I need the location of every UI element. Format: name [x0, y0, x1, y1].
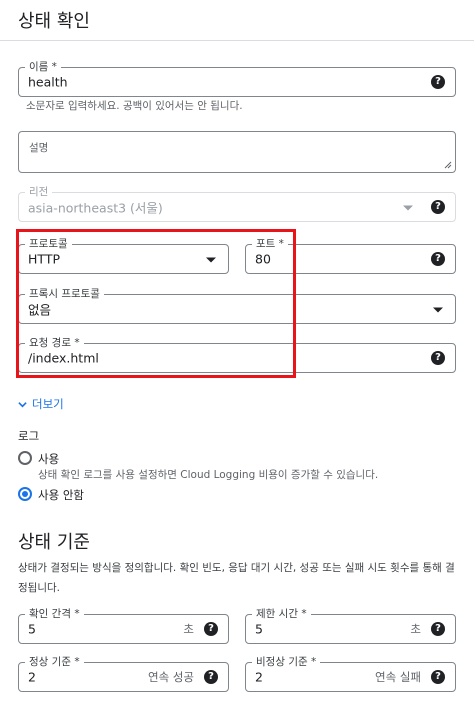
- chevron-down-icon: [18, 401, 27, 407]
- unhealthy-threshold-value: 2: [255, 669, 263, 685]
- logs-off-radio[interactable]: [18, 487, 32, 501]
- logs-on-radio[interactable]: [18, 451, 32, 465]
- chevron-down-icon: [403, 205, 413, 211]
- name-field-value: health: [28, 74, 68, 90]
- request-path-field-label: 요청 경로 *: [25, 336, 84, 350]
- port-field-label: 포트 *: [252, 237, 288, 251]
- health-criteria-title: 상태 기준: [18, 532, 90, 553]
- timeout-label: 제한 시간 *: [252, 607, 311, 621]
- help-icon[interactable]: ?: [431, 670, 445, 684]
- port-field-value: 80: [255, 251, 271, 267]
- name-field[interactable]: 이름 * health ?: [18, 60, 456, 97]
- healthy-threshold-unit: 연속 성공: [148, 670, 194, 684]
- help-icon[interactable]: ?: [204, 670, 218, 684]
- page-title: 상태 확인: [18, 11, 90, 32]
- help-icon[interactable]: ?: [431, 351, 445, 365]
- name-field-label: 이름 *: [25, 60, 61, 74]
- region-field-value: asia-northeast3 (서울): [28, 200, 163, 216]
- help-icon[interactable]: ?: [431, 622, 445, 636]
- check-interval-value: 5: [28, 621, 36, 637]
- timeout-field[interactable]: 제한 시간 * 5 초 ?: [245, 607, 456, 644]
- timeout-value: 5: [255, 621, 263, 637]
- healthy-threshold-label: 정상 기준 *: [25, 655, 84, 669]
- unhealthy-threshold-field[interactable]: 비정상 기준 * 2 연속 실패 ?: [245, 655, 456, 692]
- health-criteria-description: 상태가 결정되는 방식을 정의합니다. 확인 빈도, 응답 대기 시간, 성공 …: [18, 562, 455, 594]
- chevron-down-icon: [206, 257, 216, 263]
- help-icon[interactable]: ?: [431, 75, 445, 89]
- proxy-protocol-select-value: 없음: [28, 302, 52, 318]
- page-header: 상태 확인: [0, 0, 474, 41]
- help-icon[interactable]: ?: [204, 622, 218, 636]
- name-field-hint: 소문자로 입력하세요. 공백이 있어서는 안 됩니다.: [26, 100, 243, 112]
- logs-on-label[interactable]: 사용: [38, 451, 59, 467]
- resize-handle-icon[interactable]: [444, 161, 452, 169]
- healthy-threshold-field[interactable]: 정상 기준 * 2 연속 성공 ?: [18, 655, 229, 692]
- request-path-field[interactable]: 요청 경로 * /index.html ?: [18, 336, 456, 373]
- logs-section-title: 로그: [18, 429, 40, 443]
- request-path-field-value: /index.html: [28, 350, 99, 366]
- help-icon[interactable]: ?: [431, 200, 445, 214]
- logs-on-description: 상태 확인 로그를 사용 설정하면 Cloud Logging 비용이 증가할 …: [38, 469, 379, 481]
- show-more-label: 더보기: [32, 397, 64, 411]
- protocol-select-label: 프로토콜: [25, 237, 72, 251]
- timeout-unit: 초: [410, 622, 421, 636]
- unhealthy-threshold-label: 비정상 기준 *: [252, 655, 321, 669]
- show-more-button[interactable]: 더보기: [18, 396, 64, 412]
- check-interval-label: 확인 간격 *: [25, 607, 84, 621]
- region-field: 리전 asia-northeast3 (서울) ?: [18, 185, 456, 222]
- description-field[interactable]: 설명: [18, 131, 456, 173]
- proxy-protocol-select[interactable]: 프록시 프로토콜 없음: [18, 287, 456, 324]
- port-field[interactable]: 포트 * 80 ?: [245, 237, 456, 274]
- help-icon[interactable]: ?: [431, 252, 445, 266]
- check-interval-field[interactable]: 확인 간격 * 5 초 ?: [18, 607, 229, 644]
- logs-off-label[interactable]: 사용 안함: [38, 487, 84, 503]
- protocol-select[interactable]: 프로토콜 HTTP: [18, 237, 229, 274]
- check-interval-unit: 초: [183, 622, 194, 636]
- unhealthy-threshold-unit: 연속 실패: [375, 670, 421, 684]
- description-field-label: 설명: [29, 142, 49, 154]
- healthy-threshold-value: 2: [28, 669, 36, 685]
- chevron-down-icon: [433, 307, 443, 313]
- protocol-select-value: HTTP: [28, 251, 60, 267]
